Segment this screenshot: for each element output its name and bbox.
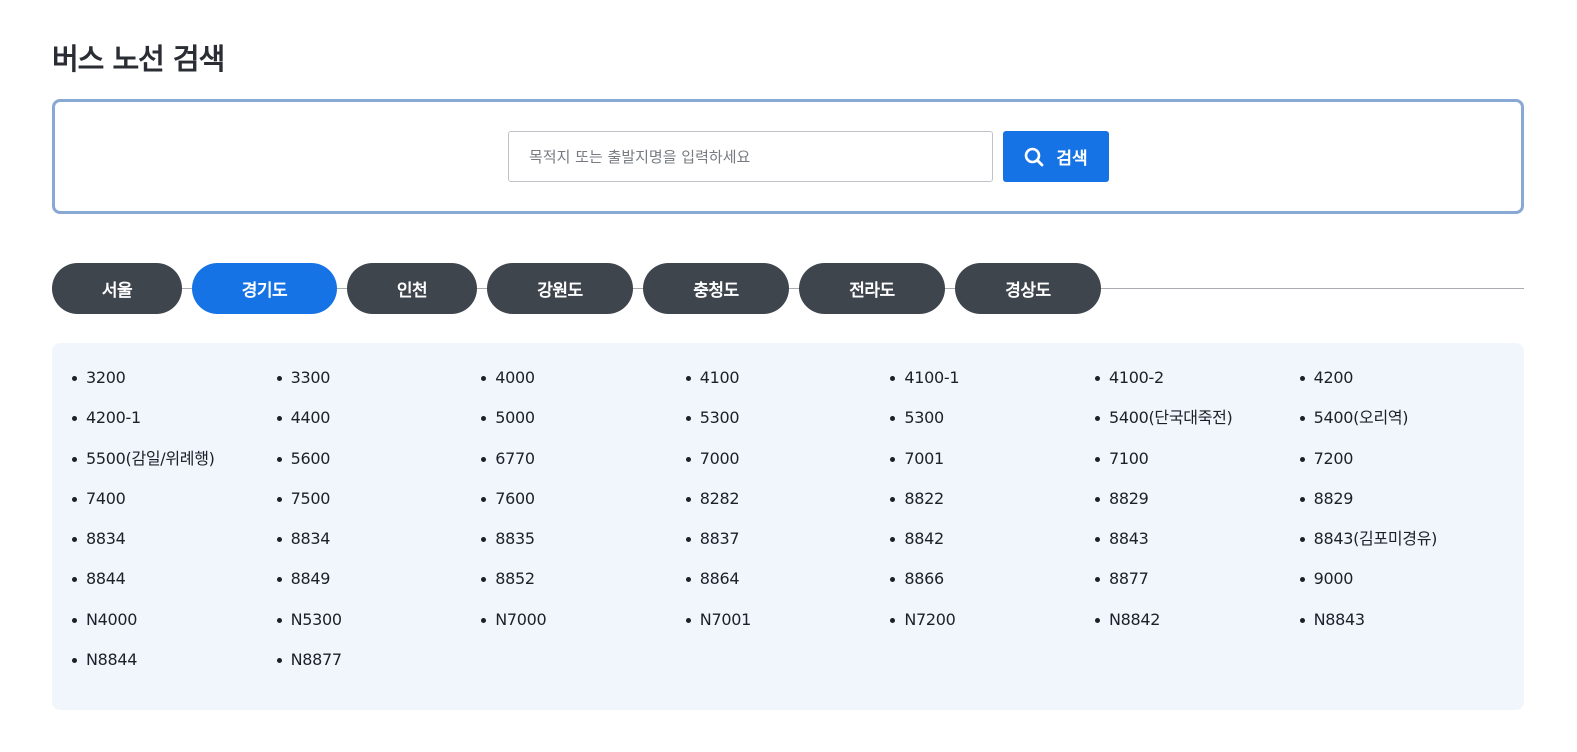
tab-gyeonggi[interactable]: 경기도 bbox=[192, 263, 337, 314]
tab-label: 인천 bbox=[396, 281, 428, 301]
route-item[interactable]: 8877 bbox=[1094, 564, 1314, 604]
route-item[interactable]: 8843 bbox=[1094, 524, 1314, 564]
tab-chungcheong[interactable]: 충청도 bbox=[643, 263, 789, 314]
route-item[interactable]: N8877 bbox=[276, 645, 496, 685]
route-item[interactable]: 8844 bbox=[72, 564, 291, 604]
route-item[interactable]: 7500 bbox=[276, 484, 496, 524]
route-item[interactable]: 5400(오리역) bbox=[1299, 403, 1519, 443]
route-item[interactable]: 8849 bbox=[276, 564, 496, 604]
search-icon bbox=[1024, 147, 1044, 167]
route-item[interactable]: N8844 bbox=[72, 645, 291, 685]
route-item[interactable]: 8852 bbox=[481, 564, 700, 604]
route-item[interactable]: 3300 bbox=[276, 363, 496, 403]
tab-label: 경기도 bbox=[241, 281, 288, 301]
route-item[interactable]: 7000 bbox=[685, 444, 905, 484]
route-item[interactable]: 6770 bbox=[481, 444, 700, 484]
route-item[interactable]: 5600 bbox=[276, 444, 496, 484]
route-list: 3200 3300 4000 4100 4100-1 4100-2 4200 4200-1 44… bbox=[72, 363, 1519, 685]
route-item[interactable]: 8864 bbox=[685, 564, 905, 604]
route-item[interactable]: 8835 bbox=[481, 524, 700, 564]
route-item[interactable]: N7000 bbox=[481, 605, 700, 645]
search-box: 검색 bbox=[52, 99, 1524, 214]
tab-label: 경상도 bbox=[1005, 281, 1051, 301]
route-item[interactable]: 8842 bbox=[890, 524, 1109, 564]
route-item[interactable]: 9000 bbox=[1299, 564, 1519, 604]
route-item[interactable]: 7100 bbox=[1094, 444, 1314, 484]
bus-route-search-page: 버스 노선 검색 검색 서울 경기도 인천 강원도 충청도 bbox=[0, 0, 1577, 752]
route-item[interactable]: 5300 bbox=[890, 403, 1109, 443]
tab-label: 서울 bbox=[101, 281, 133, 301]
route-item[interactable]: 5000 bbox=[481, 403, 700, 443]
route-item[interactable]: 7600 bbox=[481, 484, 700, 524]
search-button-label: 검색 bbox=[1056, 149, 1088, 169]
route-list-panel: 3200 3300 4000 4100 4100-1 4100-2 4200 4200-1 44… bbox=[52, 343, 1524, 710]
route-item[interactable]: 4200-1 bbox=[72, 403, 291, 443]
route-item[interactable]: N7001 bbox=[685, 605, 905, 645]
route-item[interactable]: N8842 bbox=[1094, 605, 1314, 645]
route-item[interactable]: 4200 bbox=[1299, 363, 1519, 403]
route-item[interactable]: 7200 bbox=[1299, 444, 1519, 484]
route-item[interactable]: 8829 bbox=[1299, 484, 1519, 524]
route-item[interactable]: 4100-1 bbox=[890, 363, 1109, 403]
route-item[interactable]: 4100-2 bbox=[1094, 363, 1314, 403]
route-item[interactable]: N8843 bbox=[1299, 605, 1519, 645]
route-item[interactable]: N5300 bbox=[276, 605, 496, 645]
route-item[interactable]: 5500(감일/위례행) bbox=[72, 444, 291, 484]
tab-jeolla[interactable]: 전라도 bbox=[799, 263, 945, 314]
tab-label: 전라도 bbox=[849, 281, 895, 301]
search-button[interactable]: 검색 bbox=[1003, 131, 1109, 182]
tab-incheon[interactable]: 인천 bbox=[347, 263, 477, 314]
route-item[interactable]: 8822 bbox=[890, 484, 1109, 524]
search-input[interactable] bbox=[508, 131, 993, 182]
route-item[interactable]: 8829 bbox=[1094, 484, 1314, 524]
route-item[interactable]: 8837 bbox=[685, 524, 905, 564]
route-item[interactable]: 8834 bbox=[72, 524, 291, 564]
route-item[interactable]: N7200 bbox=[890, 605, 1109, 645]
route-item[interactable]: 8866 bbox=[890, 564, 1109, 604]
route-item[interactable]: 5300 bbox=[685, 403, 905, 443]
region-tabs: 서울 경기도 인천 강원도 충청도 전라도 경상도 bbox=[52, 263, 1524, 314]
route-item[interactable]: N4000 bbox=[72, 605, 291, 645]
route-item[interactable]: 8843(김포미경유) bbox=[1299, 524, 1519, 564]
route-item[interactable]: 7400 bbox=[72, 484, 291, 524]
route-item[interactable]: 7001 bbox=[890, 444, 1109, 484]
route-item[interactable]: 8282 bbox=[685, 484, 905, 524]
tab-label: 강원도 bbox=[537, 281, 583, 301]
route-item[interactable]: 4000 bbox=[481, 363, 700, 403]
route-item[interactable]: 8834 bbox=[276, 524, 496, 564]
tab-gangwon[interactable]: 강원도 bbox=[487, 263, 633, 314]
tab-label: 충청도 bbox=[693, 281, 739, 301]
route-item[interactable]: 4100 bbox=[685, 363, 905, 403]
page-title: 버스 노선 검색 bbox=[52, 42, 225, 76]
tab-gyeongsang[interactable]: 경상도 bbox=[955, 263, 1101, 314]
route-item[interactable]: 5400(단국대죽전) bbox=[1094, 403, 1314, 443]
route-item[interactable]: 3200 bbox=[72, 363, 291, 403]
tab-seoul[interactable]: 서울 bbox=[52, 263, 182, 314]
route-item[interactable]: 4400 bbox=[276, 403, 496, 443]
